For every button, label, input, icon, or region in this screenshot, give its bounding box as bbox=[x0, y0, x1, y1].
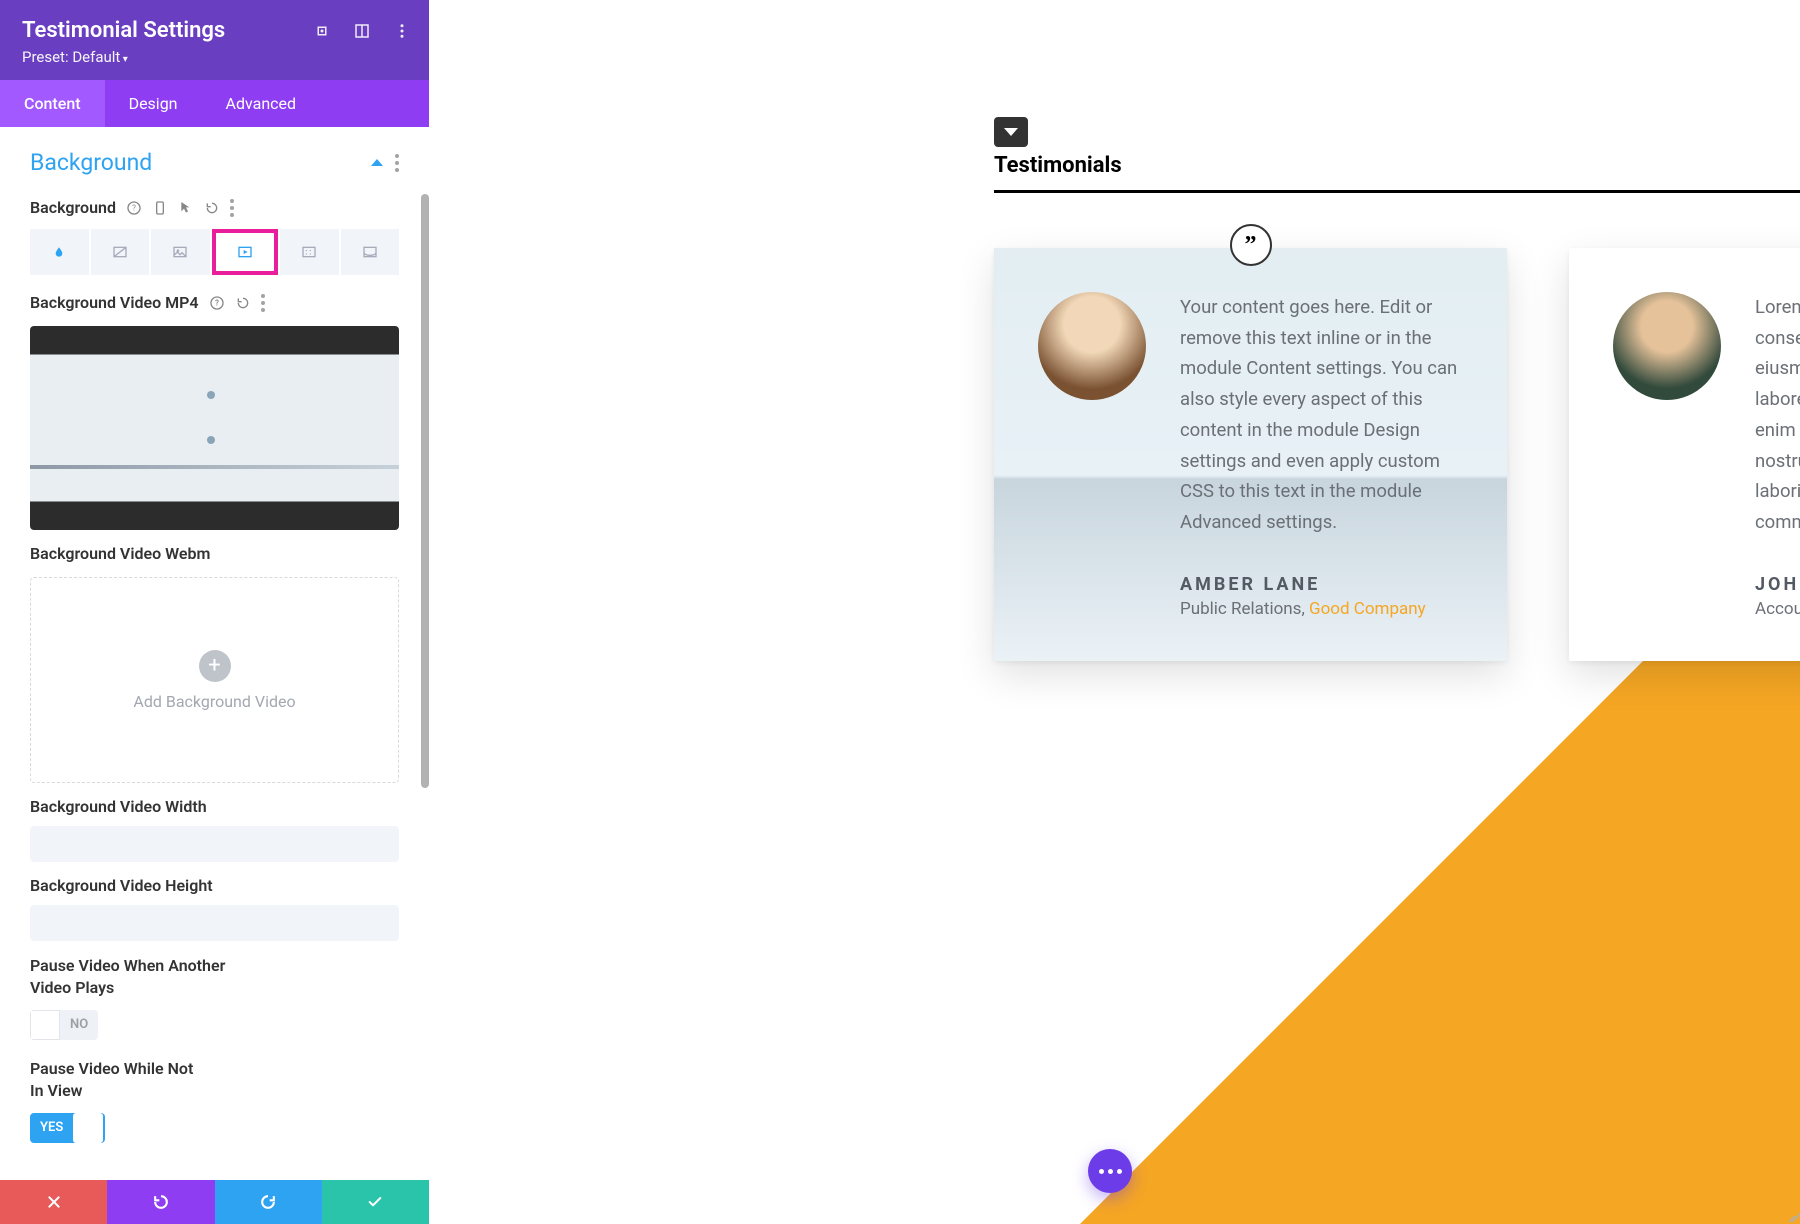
tab-content[interactable]: Content bbox=[0, 80, 105, 127]
bg-type-mask[interactable] bbox=[341, 229, 400, 275]
testimonial-card[interactable]: ” Your content goes here. Edit or remove… bbox=[994, 248, 1507, 661]
reset-icon[interactable] bbox=[204, 200, 220, 216]
avatar bbox=[1613, 292, 1721, 400]
reset-icon[interactable] bbox=[235, 295, 251, 311]
panel-body: Background Background ? bbox=[0, 127, 429, 1180]
video-mp4-label: Background Video MP4 bbox=[30, 293, 199, 312]
chevron-up-icon[interactable] bbox=[371, 159, 383, 166]
tab-advanced[interactable]: Advanced bbox=[202, 80, 321, 127]
preset-dropdown[interactable]: Preset: Default bbox=[22, 48, 407, 66]
section-background-title[interactable]: Background bbox=[30, 149, 152, 176]
bg-type-video[interactable] bbox=[212, 229, 279, 275]
tab-design[interactable]: Design bbox=[105, 80, 202, 127]
more-icon[interactable] bbox=[261, 294, 265, 312]
testimonial-card[interactable]: ” Lorem ipsum dolor sit amet, consectetu… bbox=[1569, 248, 1800, 661]
floating-actions-button[interactable] bbox=[1088, 1149, 1132, 1193]
help-icon[interactable]: ? bbox=[126, 200, 142, 216]
panel-footer bbox=[0, 1180, 429, 1224]
more-icon[interactable] bbox=[393, 22, 411, 40]
add-video-text: Add Background Video bbox=[133, 692, 295, 711]
redo-button[interactable] bbox=[215, 1180, 322, 1224]
testimonial-text[interactable]: Your content goes here. Edit or remove t… bbox=[1180, 292, 1463, 538]
preview-canvas: Testimonials ” Your content goes here. E… bbox=[429, 0, 1800, 1224]
video-webm-label: Background Video Webm bbox=[30, 544, 210, 563]
background-label: Background bbox=[30, 198, 116, 217]
pause-view-toggle[interactable]: YES bbox=[30, 1113, 105, 1143]
more-icon[interactable] bbox=[395, 154, 399, 172]
bg-type-image[interactable] bbox=[151, 229, 210, 275]
section-divider bbox=[994, 190, 1800, 193]
panel-header: Testimonial Settings Preset: Default bbox=[0, 0, 429, 80]
video-height-input[interactable] bbox=[30, 905, 399, 941]
expand-icon[interactable] bbox=[313, 22, 331, 40]
bg-type-pattern[interactable] bbox=[280, 229, 339, 275]
video-height-label: Background Video Height bbox=[30, 876, 213, 895]
discard-button[interactable] bbox=[0, 1180, 107, 1224]
avatar bbox=[1038, 292, 1146, 400]
help-icon[interactable]: ? bbox=[209, 295, 225, 311]
testimonial-role: Public Relations, Good Company bbox=[1180, 599, 1463, 619]
pause-other-label: Pause Video When Another Video Plays bbox=[30, 955, 230, 1000]
testimonial-role: Accountant, Good Company bbox=[1755, 599, 1800, 619]
svg-text:?: ? bbox=[215, 298, 219, 307]
more-icon[interactable] bbox=[230, 199, 234, 217]
settings-tabs: Content Design Advanced bbox=[0, 80, 429, 127]
add-video-webm-dropzone[interactable]: + Add Background Video bbox=[30, 577, 399, 783]
quote-icon: ” bbox=[1230, 224, 1272, 266]
settings-panel: Testimonial Settings Preset: Default Con… bbox=[0, 0, 429, 1224]
testimonial-author: JOHN SMITH bbox=[1755, 574, 1800, 595]
testimonial-text[interactable]: Lorem ipsum dolor sit amet, consectetur … bbox=[1755, 292, 1800, 538]
video-width-input[interactable] bbox=[30, 826, 399, 862]
save-button[interactable] bbox=[322, 1180, 429, 1224]
testimonial-cards: ” Your content goes here. Edit or remove… bbox=[994, 248, 1800, 661]
section-collapse-toggle[interactable] bbox=[994, 117, 1028, 147]
video-width-label: Background Video Width bbox=[30, 797, 207, 816]
pause-view-label: Pause Video While Not In View bbox=[30, 1058, 210, 1103]
video-mp4-preview[interactable] bbox=[30, 326, 399, 530]
svg-text:?: ? bbox=[132, 203, 136, 212]
undo-button[interactable] bbox=[107, 1180, 214, 1224]
bg-type-color[interactable] bbox=[30, 229, 89, 275]
bg-type-gradient[interactable] bbox=[91, 229, 150, 275]
scrollbar[interactable] bbox=[421, 194, 429, 788]
responsive-icon[interactable] bbox=[152, 200, 168, 216]
layout-icon[interactable] bbox=[353, 22, 371, 40]
testimonial-author: AMBER LANE bbox=[1180, 574, 1463, 595]
add-icon: + bbox=[199, 650, 231, 682]
section-heading[interactable]: Testimonials bbox=[994, 153, 1122, 178]
background-type-tabs bbox=[30, 229, 399, 275]
pause-other-toggle[interactable]: NO bbox=[30, 1010, 98, 1040]
hover-icon[interactable] bbox=[178, 200, 194, 216]
resize-handle[interactable] bbox=[1784, 1208, 1798, 1222]
